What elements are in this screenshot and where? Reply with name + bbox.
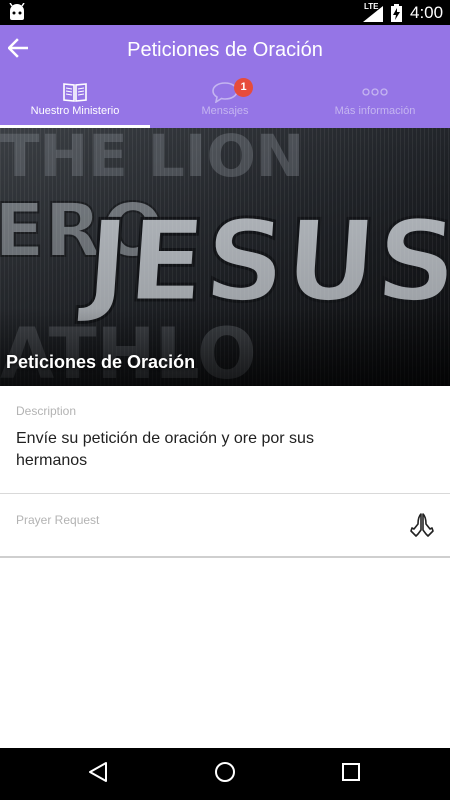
description-label: Description: [16, 404, 77, 418]
tab-nuestro-ministerio[interactable]: Nuestro Ministerio: [0, 79, 150, 128]
unread-badge: 1: [234, 78, 253, 97]
praying-hands-icon[interactable]: [410, 512, 434, 543]
home-circle-icon: [214, 761, 236, 788]
nav-recents-button[interactable]: [336, 760, 366, 788]
tab-label: Nuestro Ministerio: [30, 105, 120, 117]
hero-title: Peticiones de Oración: [6, 352, 196, 372]
signal-icon: [363, 6, 383, 27]
prayer-request-label: Prayer Request: [16, 513, 100, 527]
hero-image: THE LION ATHLO ERO JESUS Peticiones de O…: [0, 128, 450, 386]
prayer-request-row[interactable]: Prayer Request: [0, 494, 450, 556]
nav-home-button[interactable]: [210, 760, 240, 788]
tab-mensajes[interactable]: Mensajes: [150, 79, 300, 128]
recents-square-icon: [341, 762, 361, 787]
tab-bar: Nuestro Ministerio Mensajes Más informac…: [0, 78, 450, 128]
book-icon: [0, 81, 150, 103]
divider: [0, 556, 450, 558]
carved-letters-jesus-photo: THE LION ATHLO ERO JESUS: [0, 128, 450, 386]
page-title: Peticiones de Oración: [127, 39, 323, 61]
nav-back-button[interactable]: [83, 760, 113, 788]
tab-label: Mensajes: [201, 105, 249, 117]
tab-mas-informacion[interactable]: Más información: [300, 79, 450, 128]
battery-charging-icon: [391, 4, 402, 27]
status-bar: LTE 4:00: [0, 0, 450, 25]
description-text: Envíe su petición de oración y ore por s…: [16, 430, 314, 469]
tab-label: Más información: [334, 105, 416, 117]
app-bar: Peticiones de Oración Nuestro Ministerio: [0, 25, 450, 128]
chat-bubble-icon: [150, 81, 300, 103]
system-nav-bar: [0, 748, 450, 800]
back-triangle-icon: [88, 761, 108, 788]
clock: 4:00: [410, 3, 444, 22]
more-dots-icon: [300, 81, 450, 103]
android-icon: [8, 2, 26, 25]
